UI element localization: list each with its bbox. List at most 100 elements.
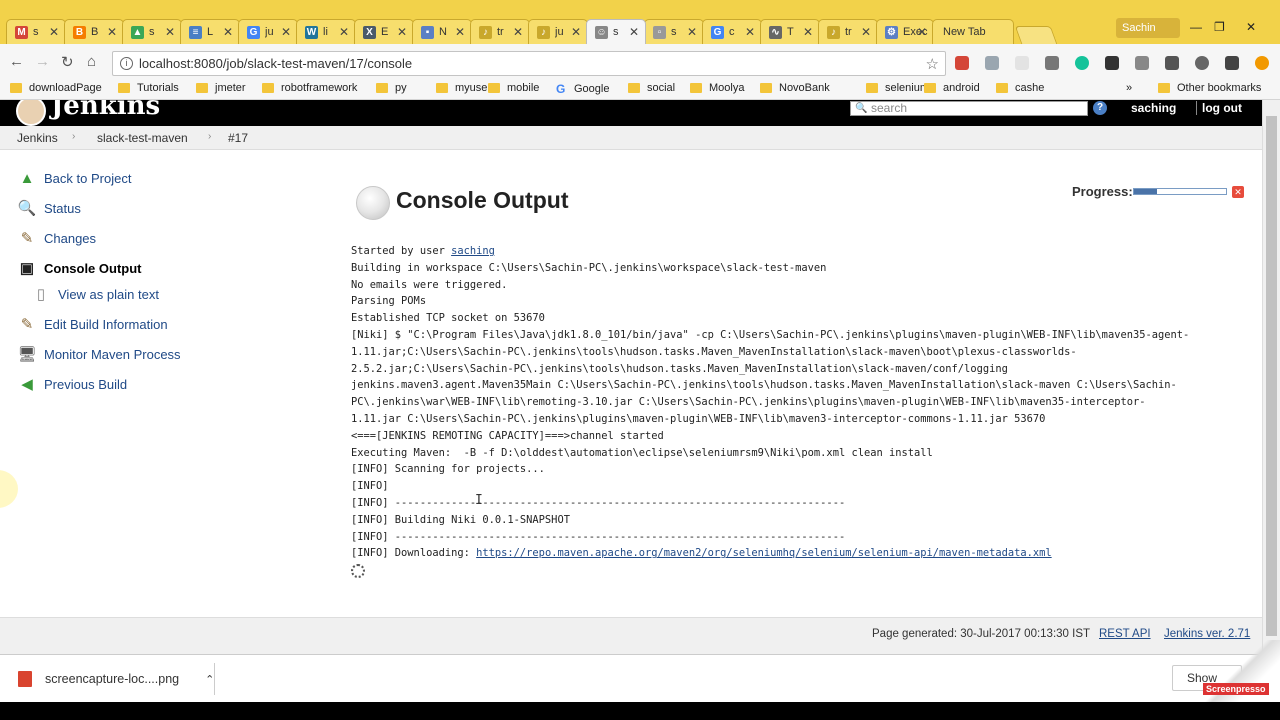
settings-extension-icon[interactable] xyxy=(1225,56,1239,70)
browser-tab[interactable]: ♪ ju ✕ xyxy=(528,19,588,44)
browser-tab[interactable]: ▲ s ✕ xyxy=(122,19,182,44)
browser-tab[interactable]: ▪ N ✕ xyxy=(412,19,472,44)
status-link[interactable]: 🔍 Status xyxy=(16,198,81,218)
other-bookmarks[interactable]: Other bookmarks xyxy=(1158,82,1261,94)
new-tab[interactable]: New Tab xyxy=(932,19,1014,44)
edit-build-information-link[interactable]: ✎ Edit Build Information xyxy=(16,314,168,334)
tab-close-icon[interactable]: ✕ xyxy=(629,25,639,39)
console-output-link[interactable]: ▣ Console Output xyxy=(16,258,142,278)
bookmarks-overflow-icon[interactable]: » xyxy=(1126,82,1132,94)
back-icon[interactable]: ← xyxy=(9,53,24,70)
tab-close-icon[interactable]: ✕ xyxy=(513,25,523,39)
browser-tab[interactable]: Ms ✕ xyxy=(6,19,66,44)
new-tab-button[interactable] xyxy=(1014,26,1058,44)
bookmark-label: robotframework xyxy=(281,82,358,94)
bookmark-item[interactable]: social xyxy=(628,82,675,94)
bookmark-item[interactable]: NovoBank xyxy=(760,82,830,94)
extension-icon[interactable] xyxy=(1195,56,1209,70)
tab-close-icon[interactable]: ✕ xyxy=(455,25,465,39)
gmail-extension-icon[interactable] xyxy=(955,56,969,70)
browser-tab-bar: Ms ✕ B B ✕ ▲ s ✕ ≡ L ✕ Gju ✕ Wli ✕ X E ✕ ▪ N ✕ ♪ tr ✕ ♪ ju ✕ ☺ s ✕ ▫ s ✕… xyxy=(0,0,1280,44)
logout-link[interactable]: log out xyxy=(1196,101,1242,115)
bookmark-item[interactable]: Tutorials xyxy=(118,82,179,94)
tab-close-icon[interactable]: ✕ xyxy=(571,25,581,39)
view-plain-text-link[interactable]: ▯ View as plain text xyxy=(30,284,159,304)
browser-tab[interactable]: X E ✕ xyxy=(354,19,414,44)
bookmark-item[interactable]: robotframework xyxy=(262,82,357,94)
search-input[interactable]: 🔍 search xyxy=(850,101,1088,116)
minimize-icon[interactable]: — xyxy=(1190,20,1202,34)
maximize-icon[interactable]: ❐ xyxy=(1214,20,1225,34)
bookmark-item[interactable]: py xyxy=(376,82,407,94)
tab-close-icon[interactable]: ✕ xyxy=(339,25,349,39)
browser-tab[interactable]: ♪ tr ✕ xyxy=(470,19,530,44)
tab-close-icon[interactable]: ✕ xyxy=(223,25,233,39)
close-window-icon[interactable]: ✕ xyxy=(1246,20,1256,34)
tab-close-icon[interactable]: ✕ xyxy=(861,25,871,39)
tab-close-icon[interactable]: ✕ xyxy=(803,25,813,39)
vertical-scrollbar[interactable] xyxy=(1262,100,1280,654)
forward-icon[interactable]: → xyxy=(35,53,50,70)
home-icon[interactable]: ⌂ xyxy=(87,53,96,70)
browser-tab[interactable]: Gju ✕ xyxy=(238,19,298,44)
extension-icon[interactable] xyxy=(985,56,999,70)
tab-close-icon[interactable]: ✕ xyxy=(107,25,117,39)
bookmark-item[interactable]: cashe xyxy=(996,82,1044,94)
tab-close-icon[interactable]: ✕ xyxy=(397,25,407,39)
rest-api-link[interactable]: REST API xyxy=(1099,628,1151,640)
extension-icon[interactable] xyxy=(1165,56,1179,70)
grammarly-extension-icon[interactable] xyxy=(1075,56,1089,70)
bookmark-item[interactable]: mobile xyxy=(488,82,539,94)
started-user-link[interactable]: saching xyxy=(451,245,495,257)
download-item[interactable]: screencapture-loc....png ⌃ xyxy=(18,671,214,687)
tab-close-icon[interactable]: ✕ xyxy=(49,25,59,39)
browser-tab[interactable]: ☺ s ✕ xyxy=(586,19,646,44)
breadcrumb-build[interactable]: #17 xyxy=(228,131,248,145)
browser-tab[interactable]: ∿ T ✕ xyxy=(760,19,820,44)
bookmark-item[interactable]: downloadPage xyxy=(10,82,102,94)
tab-close-icon[interactable]: ✕ xyxy=(745,25,755,39)
bookmark-item[interactable]: Moolya xyxy=(690,82,744,94)
tab-close-icon[interactable]: ✕ xyxy=(281,25,291,39)
jenkins-logo[interactable]: Jenkins xyxy=(51,100,160,121)
bookmark-item[interactable]: myuse xyxy=(436,82,487,94)
download-url-link[interactable]: https://repo.maven.apache.org/maven2/org… xyxy=(476,547,1052,559)
bookmark-item[interactable]: G Google xyxy=(556,82,609,96)
profile-button[interactable]: Sachin xyxy=(1116,18,1180,38)
breadcrumb-job[interactable]: slack-test-maven xyxy=(97,131,188,145)
menu-alert-icon[interactable] xyxy=(1255,56,1269,70)
camera-extension-icon[interactable] xyxy=(1045,56,1059,70)
browser-tab[interactable]: ♪ tr ✕ xyxy=(818,19,878,44)
tab-close-icon[interactable]: ✕ xyxy=(917,25,927,39)
tab-close-icon[interactable]: ✕ xyxy=(165,25,175,39)
browser-tab[interactable]: B B ✕ xyxy=(64,19,124,44)
breadcrumb-jenkins[interactable]: Jenkins xyxy=(17,131,58,145)
monitor-maven-process-link[interactable]: 🖥 Monitor Maven Process xyxy=(16,344,180,364)
browser-tab[interactable]: Gc ✕ xyxy=(702,19,762,44)
previous-build-link[interactable]: ◀ Previous Build xyxy=(16,374,127,394)
browser-tab[interactable]: ⚙ Exec ✕ xyxy=(876,19,934,44)
chevron-up-icon[interactable]: ⌃ xyxy=(205,673,214,686)
browser-tab[interactable]: ▫ s ✕ xyxy=(644,19,704,44)
extension-icon[interactable] xyxy=(1105,56,1119,70)
bookmark-item[interactable]: android xyxy=(924,82,980,94)
user-link[interactable]: saching xyxy=(1131,101,1176,115)
extension-icon[interactable] xyxy=(1015,56,1029,70)
changes-link[interactable]: ✎ Changes xyxy=(16,228,96,248)
address-bar[interactable]: i localhost:8080/job/slack-test-maven/17… xyxy=(112,51,946,76)
stop-build-icon[interactable]: ✕ xyxy=(1232,186,1244,198)
bookmark-star-icon[interactable]: ☆ xyxy=(926,55,939,73)
extension-icon[interactable] xyxy=(1135,56,1149,70)
help-icon[interactable]: ? xyxy=(1093,101,1107,115)
info-icon[interactable]: i xyxy=(120,57,133,70)
browser-tab[interactable]: Wli ✕ xyxy=(296,19,356,44)
bookmark-item[interactable]: selenium xyxy=(866,82,929,94)
reload-icon[interactable]: ↻ xyxy=(61,53,74,71)
jenkins-butler-icon[interactable] xyxy=(16,100,46,126)
jenkins-version-link[interactable]: Jenkins ver. 2.71 xyxy=(1164,628,1250,640)
tab-close-icon[interactable]: ✕ xyxy=(687,25,697,39)
browser-tab[interactable]: ≡ L ✕ xyxy=(180,19,240,44)
bookmark-item[interactable]: jmeter xyxy=(196,82,246,94)
back-to-project-link[interactable]: ▲ Back to Project xyxy=(16,168,132,188)
scrollbar-thumb[interactable] xyxy=(1266,116,1277,636)
